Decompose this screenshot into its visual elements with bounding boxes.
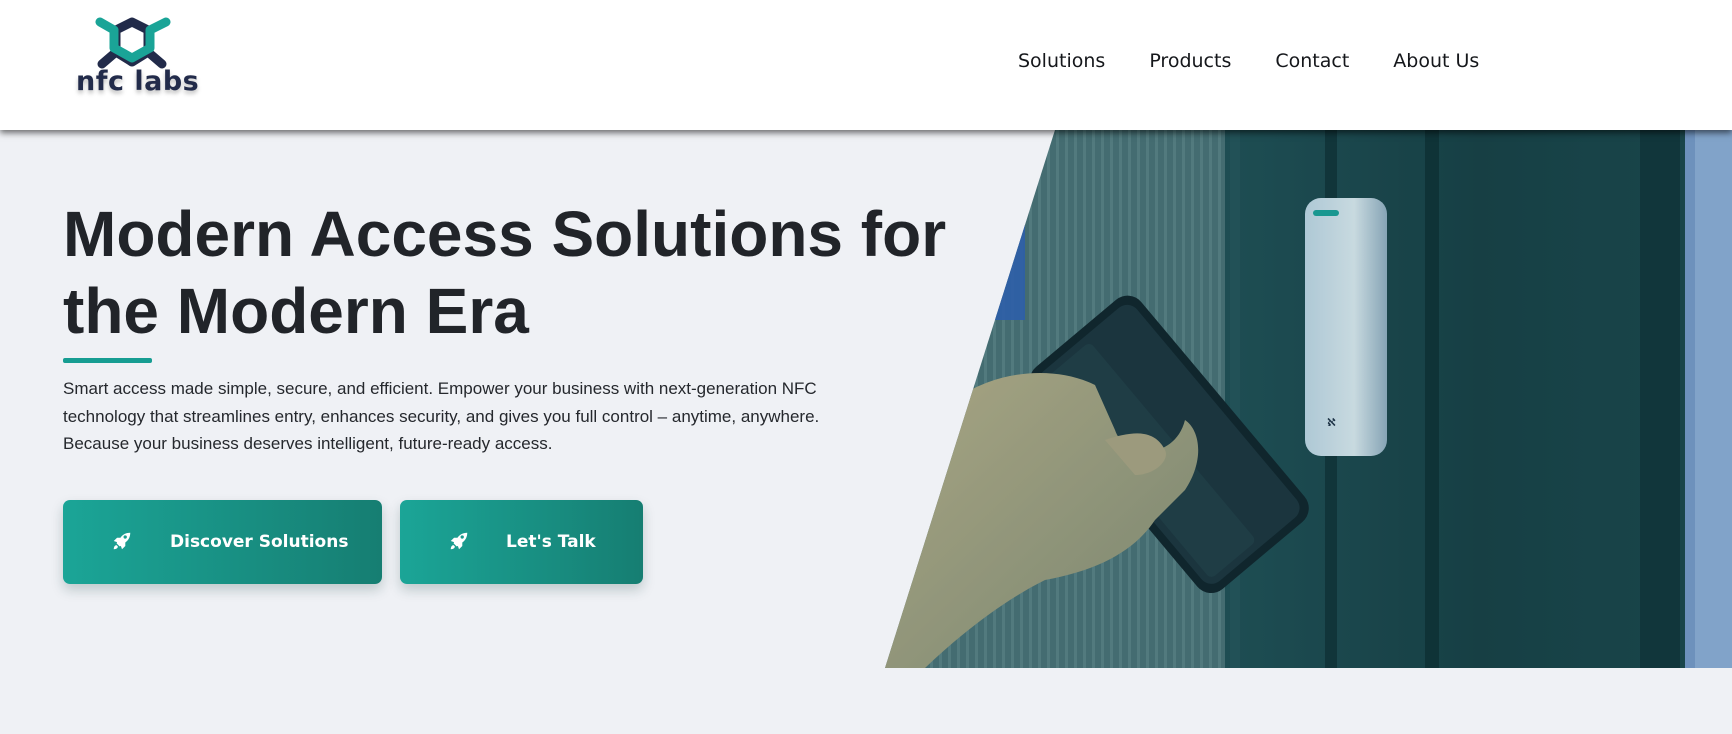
logo-mark-icon	[95, 17, 171, 69]
nav-products[interactable]: Products	[1149, 50, 1231, 72]
logo-wordmark: nfc labs	[76, 66, 200, 97]
lets-talk-button[interactable]: Let's Talk	[400, 500, 643, 584]
nav-about-us[interactable]: About Us	[1393, 50, 1479, 72]
discover-solutions-label: Discover Solutions	[170, 532, 349, 552]
nfc-labs-logo[interactable]: nfc labs	[70, 16, 199, 104]
discover-solutions-button[interactable]: Discover Solutions	[63, 500, 382, 584]
site-header: nfc labs Solutions Products Contact Abou…	[0, 0, 1732, 130]
rocket-icon	[113, 532, 131, 550]
rocket-icon	[450, 532, 468, 550]
lets-talk-label: Let's Talk	[506, 532, 596, 552]
nav-contact[interactable]: Contact	[1275, 50, 1349, 72]
hero-title: Modern Access Solutions for the Modern E…	[63, 198, 947, 347]
nav-solutions[interactable]: Solutions	[1018, 50, 1105, 72]
hero-description: Smart access made simple, secure, and ef…	[63, 379, 820, 453]
title-accent-divider	[63, 358, 152, 363]
main-navigation: Solutions Products Contact About Us	[1018, 50, 1523, 72]
hero-section: ℵ Modern Access Solutions for the Modern…	[0, 130, 1732, 734]
